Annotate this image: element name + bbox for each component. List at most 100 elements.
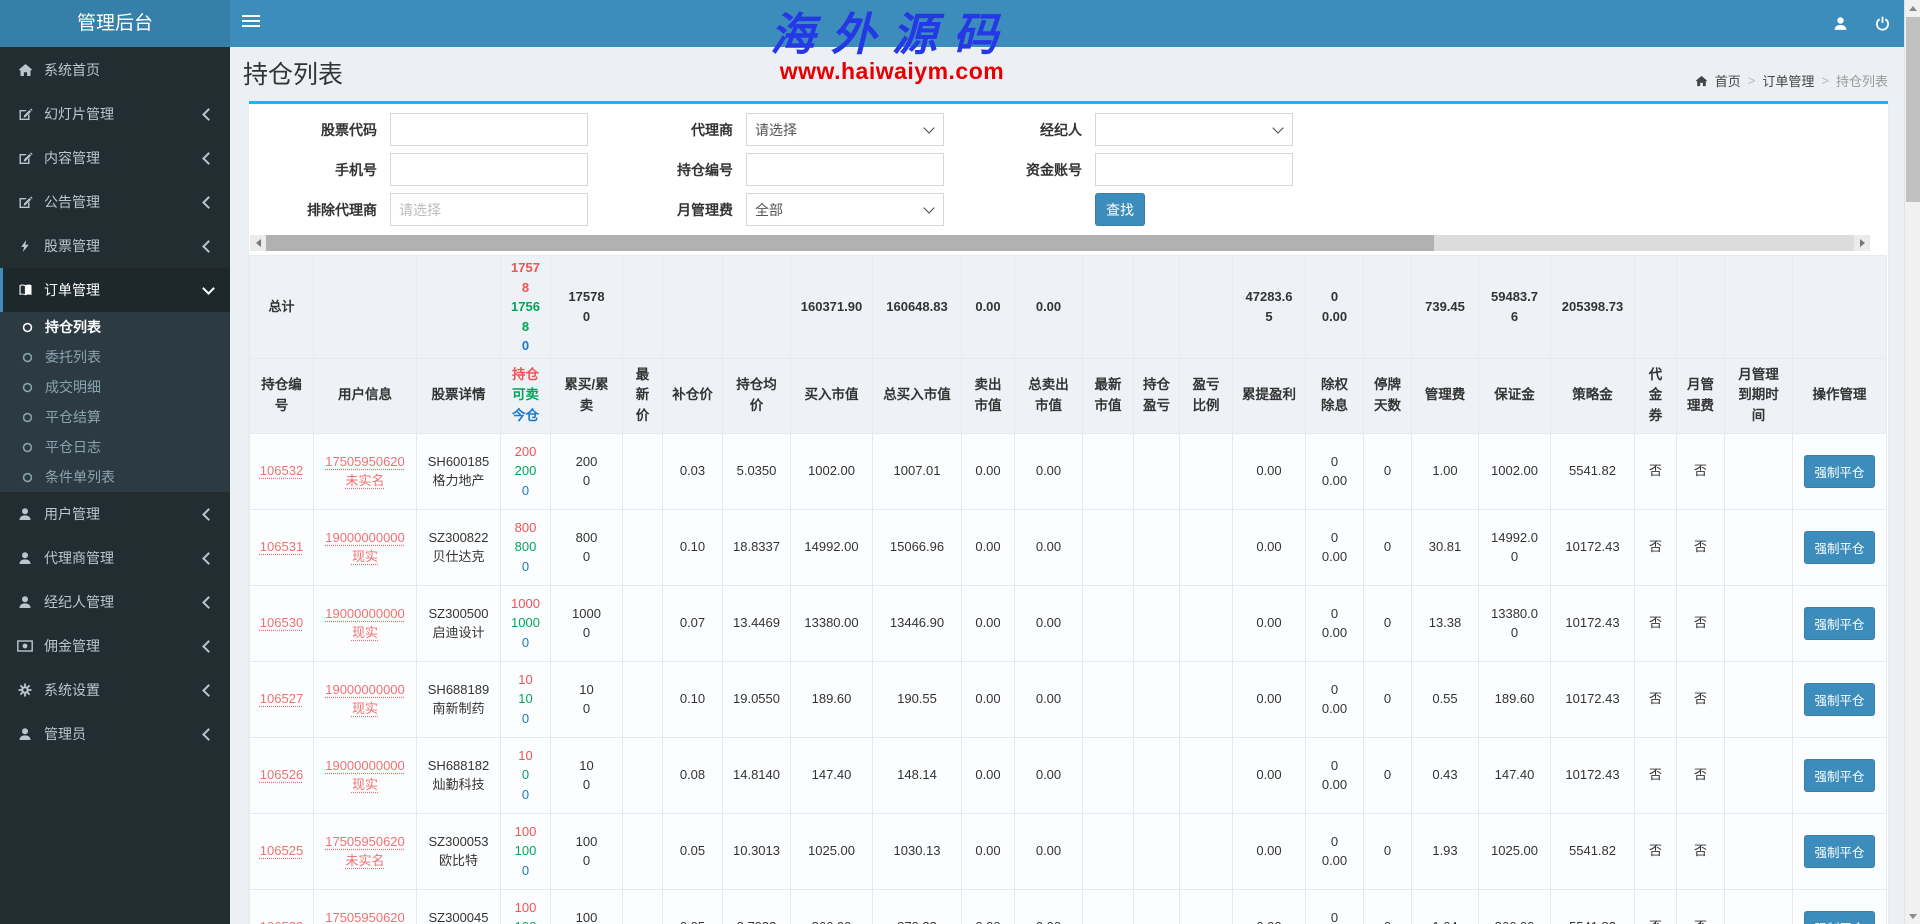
app-logo[interactable]: 管理后台: [0, 0, 230, 47]
force-close-button[interactable]: 强制平仓: [1804, 455, 1874, 488]
vertical-scrollbar[interactable]: [1904, 0, 1920, 924]
user-phone-link[interactable]: 17505950620: [325, 834, 405, 849]
cell-pos: 1001000: [501, 813, 551, 889]
vertical-scroll-thumb[interactable]: [1906, 17, 1920, 202]
sidebar-item-label: 管理员: [44, 724, 86, 744]
broker-select[interactable]: [1095, 113, 1293, 146]
exclude-agent-input[interactable]: [390, 193, 588, 226]
filter-group-stock-code: 股票代码: [253, 113, 588, 146]
force-close-button[interactable]: 强制平仓: [1804, 911, 1874, 924]
table-row: 10652517505950620未实名SZ300053欧比特100100010…: [250, 813, 1887, 889]
user-phone-link[interactable]: 19000000000: [325, 606, 405, 621]
force-close-button[interactable]: 强制平仓: [1804, 835, 1874, 868]
stock-name: 灿勤科技: [426, 775, 491, 795]
cell-cum: 1000: [551, 813, 623, 889]
chevron-left-icon: [202, 108, 215, 121]
sidebar-subitem[interactable]: 平仓日志: [0, 432, 230, 462]
scroll-up-arrow[interactable]: [1905, 0, 1920, 16]
sidebar-item-7[interactable]: 代理商管理: [0, 536, 230, 580]
sidebar-item-11[interactable]: 管理员: [0, 712, 230, 756]
column-header-total_sell_mv: 总卖出市值: [1015, 358, 1083, 433]
column-header-strategy: 策略金: [1551, 358, 1635, 433]
user-verify-link[interactable]: 现实: [352, 549, 378, 564]
user-phone-link[interactable]: 19000000000: [325, 530, 405, 545]
home-icon: [1695, 75, 1708, 87]
column-header-latest_mv: 最新市值: [1083, 358, 1134, 433]
user-verify-link[interactable]: 未实名: [345, 473, 384, 488]
position-id-link[interactable]: 106531: [260, 539, 303, 554]
sidebar-subitem[interactable]: 条件单列表: [0, 462, 230, 492]
column-header-voucher: 代金券: [1635, 358, 1677, 433]
chevron-down-icon: [1272, 122, 1283, 133]
force-close-button[interactable]: 强制平仓: [1804, 683, 1874, 716]
sidebar-subitem[interactable]: 成交明细: [0, 372, 230, 402]
home-icon: [15, 63, 35, 77]
cell-cum_profit: 0.00: [1233, 585, 1306, 661]
cell-total_buy_mv: 1007.01: [873, 433, 962, 509]
horizontal-scrollbar[interactable]: [250, 235, 1870, 251]
sidebar-item-1[interactable]: 幻灯片管理: [0, 92, 230, 136]
search-button[interactable]: 查找: [1095, 193, 1145, 226]
sidebar-item-0[interactable]: 系统首页: [0, 48, 230, 92]
user-phone-link[interactable]: 19000000000: [325, 682, 405, 697]
cell-stock: SZ300822贝仕达克: [417, 509, 501, 585]
force-close-button[interactable]: 强制平仓: [1804, 607, 1874, 640]
cell-actions: 强制平仓: [1793, 433, 1887, 509]
sidebar-item-8[interactable]: 经纪人管理: [0, 580, 230, 624]
sidebar-item-6[interactable]: 用户管理: [0, 492, 230, 536]
user-verify-link[interactable]: 现实: [352, 777, 378, 792]
monthly-fee-select[interactable]: 全部: [746, 193, 944, 226]
user-phone-link[interactable]: 17505950620: [325, 454, 405, 469]
force-close-button[interactable]: 强制平仓: [1804, 759, 1874, 792]
position-id-input[interactable]: [746, 153, 944, 186]
cell-susp_days: 0: [1364, 433, 1412, 509]
sidebar-subitem[interactable]: 委托列表: [0, 342, 230, 372]
cell-pos_pnl: [1134, 737, 1180, 813]
stock-name: 南新制药: [426, 699, 491, 719]
cell-avg_price: 5.0350: [723, 433, 791, 509]
sidebar-item-4[interactable]: 股票管理: [0, 224, 230, 268]
chevron-left-icon: [202, 196, 215, 209]
fund-account-input[interactable]: [1095, 153, 1293, 186]
cell-buy_mv: 189.60: [791, 661, 873, 737]
breadcrumb-order-link[interactable]: 订单管理: [1762, 71, 1814, 90]
horizontal-scroll-thumb[interactable]: [266, 235, 1434, 251]
user-verify-link[interactable]: 现实: [352, 701, 378, 716]
user-phone-link[interactable]: 17505950620: [325, 910, 405, 924]
user-verify-link[interactable]: 现实: [352, 625, 378, 640]
scroll-left-arrow[interactable]: [250, 235, 266, 251]
scroll-down-arrow[interactable]: [1905, 908, 1920, 924]
phone-input[interactable]: [390, 153, 588, 186]
sidebar-item-9[interactable]: 佣金管理: [0, 624, 230, 668]
phone-label: 手机号: [253, 160, 377, 180]
chevron-left-icon: [202, 684, 215, 697]
force-close-button[interactable]: 强制平仓: [1804, 531, 1874, 564]
position-id-link[interactable]: 106527: [260, 691, 303, 706]
position-id-link[interactable]: 106530: [260, 615, 303, 630]
user-verify-link[interactable]: 未实名: [345, 853, 384, 868]
position-id-link[interactable]: 106526: [260, 767, 303, 782]
sidebar-subitem[interactable]: 持仓列表: [0, 312, 230, 342]
sidebar-item-3[interactable]: 公告管理: [0, 180, 230, 224]
cell-mgmt_fee: 0.55: [1412, 661, 1479, 737]
user-account-icon[interactable]: [1833, 16, 1848, 31]
sidebar-item-5[interactable]: 订单管理: [0, 268, 230, 312]
logout-power-icon[interactable]: [1875, 16, 1890, 31]
sidebar-toggle-button[interactable]: [242, 15, 260, 30]
position-id-link[interactable]: 106532: [260, 463, 303, 478]
breadcrumb-home-link[interactable]: 首页: [1715, 71, 1741, 90]
money-icon: [15, 640, 35, 652]
cell-sell_mv: 0.00: [962, 889, 1015, 924]
position-id-link[interactable]: 106525: [260, 843, 303, 858]
position-id-link[interactable]: 106522: [260, 919, 303, 924]
sidebar-item-2[interactable]: 内容管理: [0, 136, 230, 180]
stock-code-input[interactable]: [390, 113, 588, 146]
column-header-margin: 保证金: [1479, 358, 1551, 433]
cell-mgmt_fee: 30.81: [1412, 509, 1479, 585]
scroll-right-arrow[interactable]: [1854, 235, 1870, 251]
sidebar-item-label: 内容管理: [44, 148, 100, 168]
agent-select[interactable]: 请选择: [746, 113, 944, 146]
sidebar-item-10[interactable]: 系统设置: [0, 668, 230, 712]
user-phone-link[interactable]: 19000000000: [325, 758, 405, 773]
sidebar-subitem[interactable]: 平仓结算: [0, 402, 230, 432]
